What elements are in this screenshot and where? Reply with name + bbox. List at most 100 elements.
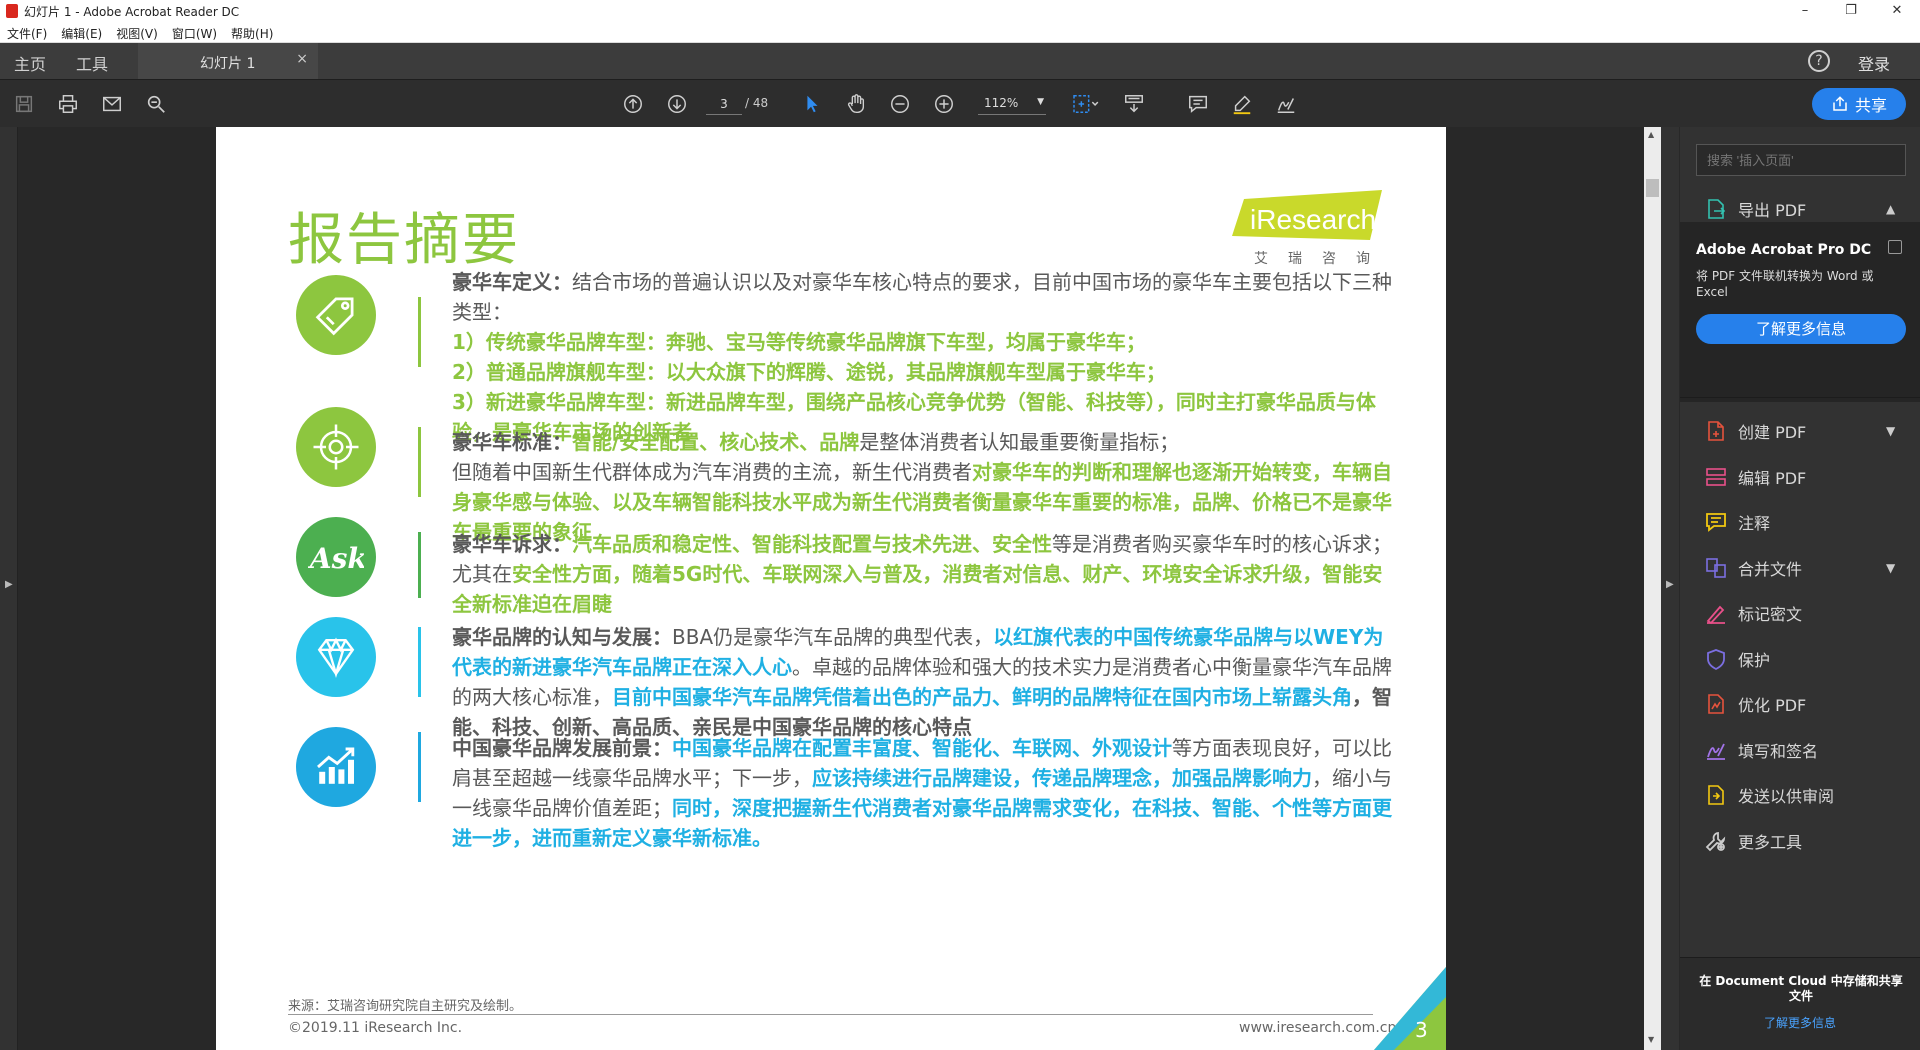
optimize-pdf-icon: [1704, 692, 1728, 716]
svg-text:Ask: Ask: [308, 542, 364, 575]
section-text-run: 结合市场的普遍认识以及对豪华车核心特点的要求，目前中国市场的豪华车主要包括以下三…: [452, 270, 1392, 324]
scroll-down-icon[interactable]: ▼: [1648, 1035, 1654, 1044]
close-window-button[interactable]: ✕: [1874, 0, 1920, 22]
section-accent-bar: [418, 427, 421, 497]
close-tab-icon[interactable]: ×: [296, 51, 308, 67]
copy-icon[interactable]: [1888, 240, 1902, 254]
tool-more-tools[interactable]: 更多工具: [1680, 819, 1920, 863]
section-text: 豪华车诉求：汽车品质和稳定性、智能科技配置与技术先进、安全性等是消费者购买豪华车…: [452, 529, 1392, 619]
page-corner-decoration: [1374, 967, 1446, 1050]
fit-page-icon[interactable]: [1068, 92, 1102, 116]
menu-view[interactable]: 视图(V): [109, 22, 165, 42]
section-text-run: 中国豪华品牌在配置丰富度、智能化、车联网、外观设计: [672, 736, 1172, 760]
source-note: 来源：艾瑞咨询研究院自主研究及绘制。: [288, 999, 523, 1014]
tool-fill-sign[interactable]: 填写和签名: [1680, 728, 1920, 772]
scroll-up-icon[interactable]: ▲: [1648, 130, 1654, 139]
tool-label: 填写和签名: [1738, 741, 1819, 761]
previous-page-icon[interactable]: [621, 92, 645, 116]
highlight-pen-icon[interactable]: [1230, 92, 1254, 116]
cloud-learn-more-link[interactable]: 了解更多信息: [1680, 1014, 1920, 1031]
page-number-input[interactable]: [706, 93, 742, 115]
chevron-up-icon[interactable]: ▲: [1886, 202, 1895, 216]
tool-combine-files[interactable]: 合并文件 ▼: [1680, 546, 1920, 590]
scrollbar-thumb[interactable]: [1646, 179, 1659, 197]
share-icon: [1833, 96, 1847, 111]
ask-icon: Ask: [296, 517, 376, 597]
chevron-right-icon: ▶: [5, 579, 13, 590]
tool-edit-pdf[interactable]: 编辑 PDF: [1680, 455, 1920, 499]
tool-comment[interactable]: 注释: [1680, 500, 1920, 544]
zoom-level-value: 112%: [984, 96, 1019, 110]
chevron-down-icon[interactable]: ▼: [1886, 424, 1895, 438]
growth-chart-icon: [296, 727, 376, 807]
tab-document[interactable]: 幻灯片 1 ×: [138, 43, 318, 79]
section-text-run: 2）普通品牌旗舰车型：以大众旗下的辉腾、途锐，其品牌旗舰车型属于豪华车；: [452, 360, 1166, 384]
menu-bar: 文件(F) 编辑(E) 视图(V) 窗口(W) 帮助(H): [0, 22, 1920, 43]
scroll-mode-icon[interactable]: [1122, 92, 1146, 116]
login-link[interactable]: 登录: [1858, 51, 1890, 75]
save-icon[interactable]: [12, 92, 36, 116]
edit-pdf-icon: [1704, 465, 1728, 489]
menu-window[interactable]: 窗口(W): [165, 22, 224, 42]
website: www.iresearch.com.cn: [1239, 1020, 1397, 1036]
tool-label: 保护: [1738, 650, 1771, 670]
menu-edit[interactable]: 编辑(E): [54, 22, 109, 42]
search-icon[interactable]: [144, 92, 168, 116]
section-text-run: BBA仍是豪华汽车品牌的典型代表，: [672, 625, 994, 649]
tab-bar: 主页 工具 幻灯片 1 × ? 登录: [0, 43, 1920, 79]
section-text-run: 汽车品质和稳定性、智能科技配置与技术先进、安全性: [572, 532, 1052, 556]
print-icon[interactable]: [56, 92, 80, 116]
tool-label: 更多工具: [1738, 832, 1803, 852]
sign-icon[interactable]: [1274, 92, 1298, 116]
vertical-scrollbar[interactable]: ▲ ▼: [1644, 127, 1661, 1050]
hand-tool-icon[interactable]: [844, 92, 868, 116]
tool-label: 注释: [1738, 514, 1771, 533]
create-pdf-icon: [1704, 419, 1728, 443]
left-pane-toggle[interactable]: ▶: [0, 127, 18, 1050]
help-icon[interactable]: ?: [1808, 50, 1830, 72]
copyright: ©2019.11 iResearch Inc.: [288, 1020, 463, 1036]
next-page-icon[interactable]: [665, 92, 689, 116]
tool-redact[interactable]: 标记密文: [1680, 591, 1920, 635]
restore-button[interactable]: ❐: [1828, 0, 1874, 22]
combine-files-icon: [1704, 556, 1728, 580]
right-pane-toggle[interactable]: ▶: [1661, 127, 1679, 1050]
tool-send-review[interactable]: 发送以供审阅: [1680, 773, 1920, 817]
chevron-down-icon[interactable]: ▼: [1886, 561, 1895, 575]
share-button[interactable]: 共享: [1812, 88, 1906, 120]
tool-label: 编辑 PDF: [1738, 468, 1807, 488]
page-total: / 48: [745, 96, 769, 110]
tag-icon: [296, 275, 376, 355]
tool-label: 标记密文: [1738, 605, 1803, 624]
tool-create-pdf[interactable]: 创建 PDF ▼: [1680, 409, 1920, 453]
zoom-level-dropdown[interactable]: 112% ▼: [978, 93, 1046, 115]
learn-more-button[interactable]: 了解更多信息: [1696, 314, 1906, 344]
select-cursor-icon[interactable]: [800, 92, 824, 116]
section-text: 中国豪华品牌发展前景：中国豪华品牌在配置丰富度、智能化、车联网、外观设计等方面表…: [452, 733, 1392, 853]
tool-optimize-pdf[interactable]: 优化 PDF: [1680, 682, 1920, 726]
pdf-page: 报告摘要 iResearch 艾瑞咨询 豪华车定义：结合市场的普遍认识以及对豪华…: [216, 127, 1446, 1050]
tab-tools[interactable]: 工具: [76, 51, 108, 75]
zoom-out-icon[interactable]: [888, 92, 912, 116]
section-text-run: 安全性方面，随着5G时代、车联网深入与普及，消费者对信息、财产、环境安全诉求升级…: [452, 562, 1383, 616]
toolbar: / 48 112% ▼ 共享: [0, 79, 1920, 127]
comment-icon[interactable]: [1186, 92, 1210, 116]
zoom-in-icon[interactable]: [932, 92, 956, 116]
pane-divider: [1680, 397, 1920, 398]
section-text-run: 是整体消费者认知最重要衡量指标；: [859, 430, 1180, 454]
menu-help[interactable]: 帮助(H): [224, 22, 280, 42]
menu-file[interactable]: 文件(F): [0, 22, 54, 42]
window-title: 幻灯片 1 - Adobe Acrobat Reader DC: [24, 5, 240, 19]
tool-export-pdf-label: 导出 PDF: [1738, 201, 1807, 220]
fill-sign-icon: [1704, 738, 1728, 762]
promo-title: Adobe Acrobat Pro DC: [1696, 242, 1872, 258]
tools-search-input[interactable]: [1696, 144, 1906, 176]
tool-label: 发送以供审阅: [1738, 787, 1835, 806]
section-accent-bar: [418, 627, 421, 697]
section-text-run: 应该持续进行品牌建设，传递品牌理念，加强品牌影响力: [812, 766, 1312, 790]
tool-protect[interactable]: 保护: [1680, 637, 1920, 681]
tab-home[interactable]: 主页: [14, 51, 46, 75]
section-heading: 豪华车定义：: [452, 270, 572, 294]
minimize-button[interactable]: –: [1782, 0, 1828, 22]
email-icon[interactable]: [100, 92, 124, 116]
